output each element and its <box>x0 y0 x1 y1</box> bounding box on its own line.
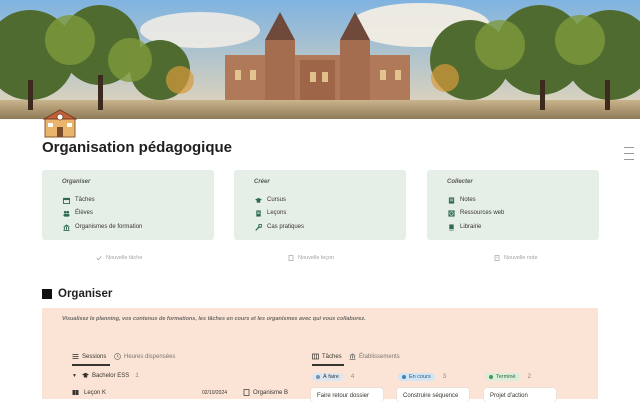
row-organisme[interactable]: Organisme B <box>243 389 288 396</box>
task-card[interactable]: Projet d'action <box>484 388 556 402</box>
tab-etablissements[interactable]: Établissements <box>349 353 400 360</box>
status-label: En cours <box>409 374 431 380</box>
link-label: Élèves <box>75 210 94 216</box>
creer-callout: Créer Cursus Leçons Cas pratiques <box>234 170 406 240</box>
tab-taches[interactable]: Tâches <box>312 353 342 360</box>
callout-title: Organiser <box>62 179 91 185</box>
institution-icon <box>349 353 356 360</box>
link-label: Tâches <box>75 197 95 203</box>
book-icon <box>72 389 79 396</box>
group-label: Bachelor ESS <box>91 372 130 379</box>
note-icon <box>447 196 455 204</box>
link-label: Notes <box>460 197 476 203</box>
new-lesson-button[interactable]: Nouvelle leçon <box>288 255 334 261</box>
link-label: Librairie <box>460 224 482 230</box>
table-row[interactable]: Leçon K 02/10/2024 Organisme B <box>72 389 290 396</box>
document-icon <box>243 389 250 396</box>
tab-label: Heures dispensées <box>124 353 176 360</box>
row-date: 02/10/2024 <box>202 389 228 396</box>
board-column-a-faire: À faire 4 <box>312 373 354 381</box>
status-badge: À faire <box>312 373 343 381</box>
task-title: Faire retour dossier <box>317 393 370 399</box>
link-ressources-web[interactable]: Ressources web <box>447 208 504 218</box>
board-column-termine: Terminé 2 <box>485 373 531 381</box>
active-tab-indicator <box>312 364 344 366</box>
link-organismes[interactable]: Organismes de formation <box>62 222 142 232</box>
school-icon <box>42 108 78 138</box>
tab-heures-dispensees[interactable]: Heures dispensées <box>114 353 175 360</box>
globe-icon <box>447 209 455 217</box>
link-label: Cursus <box>267 197 287 203</box>
status-dot-icon <box>402 375 406 379</box>
new-note-button[interactable]: Nouvelle note <box>494 255 538 261</box>
institution-icon <box>62 223 70 231</box>
task-card[interactable]: Construire séquence <box>397 388 469 402</box>
tab-label: Tâches <box>322 353 342 360</box>
board-column-en-cours: En cours 3 <box>398 373 446 381</box>
list-icon <box>72 353 79 360</box>
document-icon <box>254 209 262 217</box>
page-control-line[interactable] <box>624 153 634 154</box>
calendar-icon <box>62 196 70 204</box>
task-title: Construire séquence <box>403 393 459 399</box>
people-icon <box>62 209 70 217</box>
column-count: 2 <box>527 374 531 380</box>
organiser-callout: Organiser Tâches Élèves Organismes de fo… <box>42 170 214 240</box>
status-dot-icon <box>316 375 320 379</box>
callout-title: Collecter <box>447 179 473 185</box>
page-title: Organisation pédagogique <box>42 139 233 156</box>
status-badge: Terminé <box>485 373 520 381</box>
link-cursus[interactable]: Cursus <box>254 195 286 205</box>
status-badge: En cours <box>398 373 435 381</box>
button-label: Nouvelle leçon <box>298 255 335 261</box>
wrench-icon <box>254 223 262 231</box>
caret-down-icon[interactable]: ▼ <box>72 373 77 379</box>
row-title: Leçon K <box>84 389 107 396</box>
status-dot-icon <box>489 375 493 379</box>
link-taches[interactable]: Tâches <box>62 195 95 205</box>
tab-label: Sessions <box>82 353 107 360</box>
page-control-line[interactable] <box>624 159 634 160</box>
task-card[interactable]: Faire retour dossier <box>311 388 383 402</box>
clock-icon <box>114 353 121 360</box>
group-row-bachelor[interactable]: ▼ Bachelor ESS 1 <box>72 372 139 379</box>
active-tab-indicator <box>72 364 110 366</box>
link-lecons[interactable]: Leçons <box>254 208 286 218</box>
graduation-cap-icon <box>81 372 89 379</box>
link-label: Organismes de formation <box>75 224 143 230</box>
book-icon <box>447 223 455 231</box>
status-label: Terminé <box>496 374 516 380</box>
panel-description: Visualisez le planning, vos contenus de … <box>62 316 366 322</box>
graduation-cap-icon <box>254 196 262 204</box>
organisme-label: Organisme B <box>253 389 289 396</box>
tab-label: Établissements <box>359 353 400 360</box>
link-librairie[interactable]: Librairie <box>447 222 481 232</box>
link-label: Leçons <box>267 210 287 216</box>
tab-sessions[interactable]: Sessions <box>72 353 106 360</box>
callout-title: Créer <box>254 179 270 185</box>
group-count: 1 <box>135 372 139 379</box>
check-icon <box>96 255 102 261</box>
page-control-line[interactable] <box>624 147 634 148</box>
button-label: Nouvelle tâche <box>106 255 143 261</box>
cover-image <box>0 0 640 119</box>
column-count: 3 <box>442 374 447 380</box>
section-title: Organiser <box>58 288 113 300</box>
document-icon <box>288 255 294 261</box>
link-label: Cas pratiques <box>267 224 305 230</box>
link-label: Ressources web <box>460 210 505 216</box>
task-title: Projet d'action <box>490 393 528 399</box>
board-icon <box>312 353 319 360</box>
link-cas-pratiques[interactable]: Cas pratiques <box>254 222 304 232</box>
collecter-callout: Collecter Notes Ressources web Librairie <box>427 170 599 240</box>
link-eleves[interactable]: Élèves <box>62 208 93 218</box>
black-square-icon <box>42 289 52 299</box>
button-label: Nouvelle note <box>504 255 538 261</box>
link-notes[interactable]: Notes <box>447 195 476 205</box>
new-task-button[interactable]: Nouvelle tâche <box>96 255 142 261</box>
status-label: À faire <box>323 374 339 380</box>
column-count: 4 <box>350 374 355 380</box>
note-icon <box>494 255 500 261</box>
section-heading-organiser: Organiser <box>42 288 112 300</box>
